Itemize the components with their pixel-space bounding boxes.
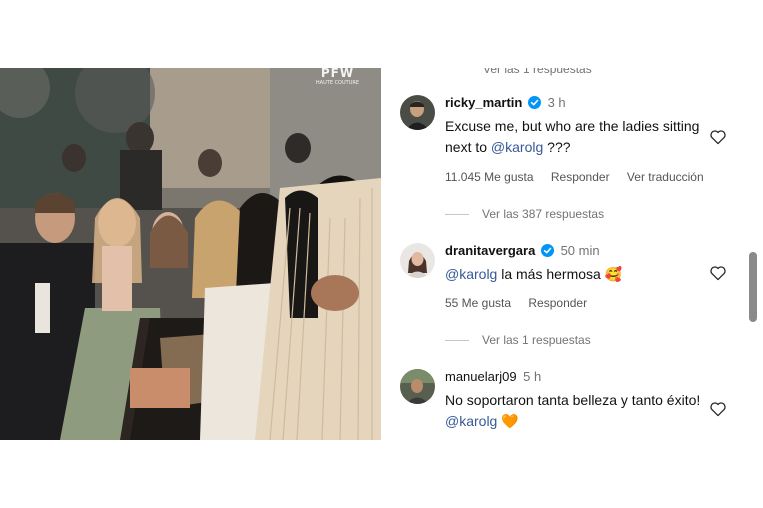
replies-divider [445,214,469,216]
mention-link[interactable]: @karolg [445,413,497,429]
like-heart-icon[interactable] [709,265,727,281]
view-replies-label: Ver las 387 respuestas [482,207,605,221]
photo-watermark: PFW HAUTE COUTURE [316,68,359,88]
reply-button[interactable]: Responder [528,296,587,310]
translate-button[interactable]: Ver traducción [627,170,704,184]
like-heart-icon[interactable] [709,401,727,417]
likes-count[interactable]: 11.045 Me gusta [445,170,534,184]
verified-badge-icon [527,96,541,109]
username[interactable]: manuelarj09 [445,369,517,384]
view-replies-link[interactable]: Ver las 1 respuestas [445,333,591,347]
view-replies-link[interactable]: Ver las 387 respuestas [445,207,604,221]
avatar[interactable] [400,369,435,404]
comment-header: manuelarj09 5 h [445,369,541,384]
likes-count[interactable]: 55 Me gusta [445,296,511,310]
view-replies-label: Ver las 1 respuestas [482,333,591,347]
orange-heart-emoji: 🧡 [501,413,519,429]
front-row-photo-illustration [0,68,381,440]
scrollbar-thumb[interactable] [749,252,757,322]
comment-text: @karolg la más hermosa 🥰 [445,264,710,285]
comment-meta: 11.045 Me gusta Responder Ver traducción [445,170,718,184]
comment-text: No soportaron tanta belleza y tanto éxit… [445,390,710,432]
avatar[interactable] [400,243,435,278]
smiling-face-hearts-emoji: 🥰 [604,266,623,282]
comment-text-part: Excuse me, but who are the ladies sittin… [445,118,700,155]
mention-link[interactable]: @karolg [491,139,543,155]
replies-divider [445,340,469,342]
comment-text-part: No soportaron tanta belleza y tanto éxit… [445,392,701,408]
comment-item: manuelarj09 5 h No soportaron tanta bell… [400,369,740,440]
comment-header: dranitavergara 50 min [445,243,600,258]
comment-header: ricky_martin 3 h [445,95,566,110]
like-heart-icon[interactable] [709,129,727,145]
comment-item: dranitavergara 50 min @karolg la más her… [400,243,740,353]
comment-item: ricky_martin 3 h Excuse me, but who are … [400,95,740,235]
username[interactable]: dranitavergara [445,243,535,258]
mention-link[interactable]: @karolg [445,266,497,282]
avatar[interactable] [400,95,435,130]
verified-badge-icon [540,244,554,257]
comment-text-part: la más hermosa [497,266,605,282]
post-photo[interactable]: PFW HAUTE COUTURE [0,68,381,440]
watermark-sub: HAUTE COUTURE [315,80,359,86]
username[interactable]: ricky_martin [445,95,522,110]
comment-text: Excuse me, but who are the ladies sittin… [445,116,710,158]
comment-time: 50 min [560,243,600,258]
comments-panel: Ver las 1 respuestas ricky_martin 3 h Ex… [382,68,763,440]
comment-time: 5 h [523,369,542,384]
comment-text-part: ??? [543,139,571,155]
comment-time: 3 h [547,95,566,110]
reply-button[interactable]: Responder [551,170,610,184]
view-replies-link-top[interactable]: Ver las 1 respuestas [483,68,592,76]
comment-meta: 55 Me gusta Responder [445,296,601,310]
